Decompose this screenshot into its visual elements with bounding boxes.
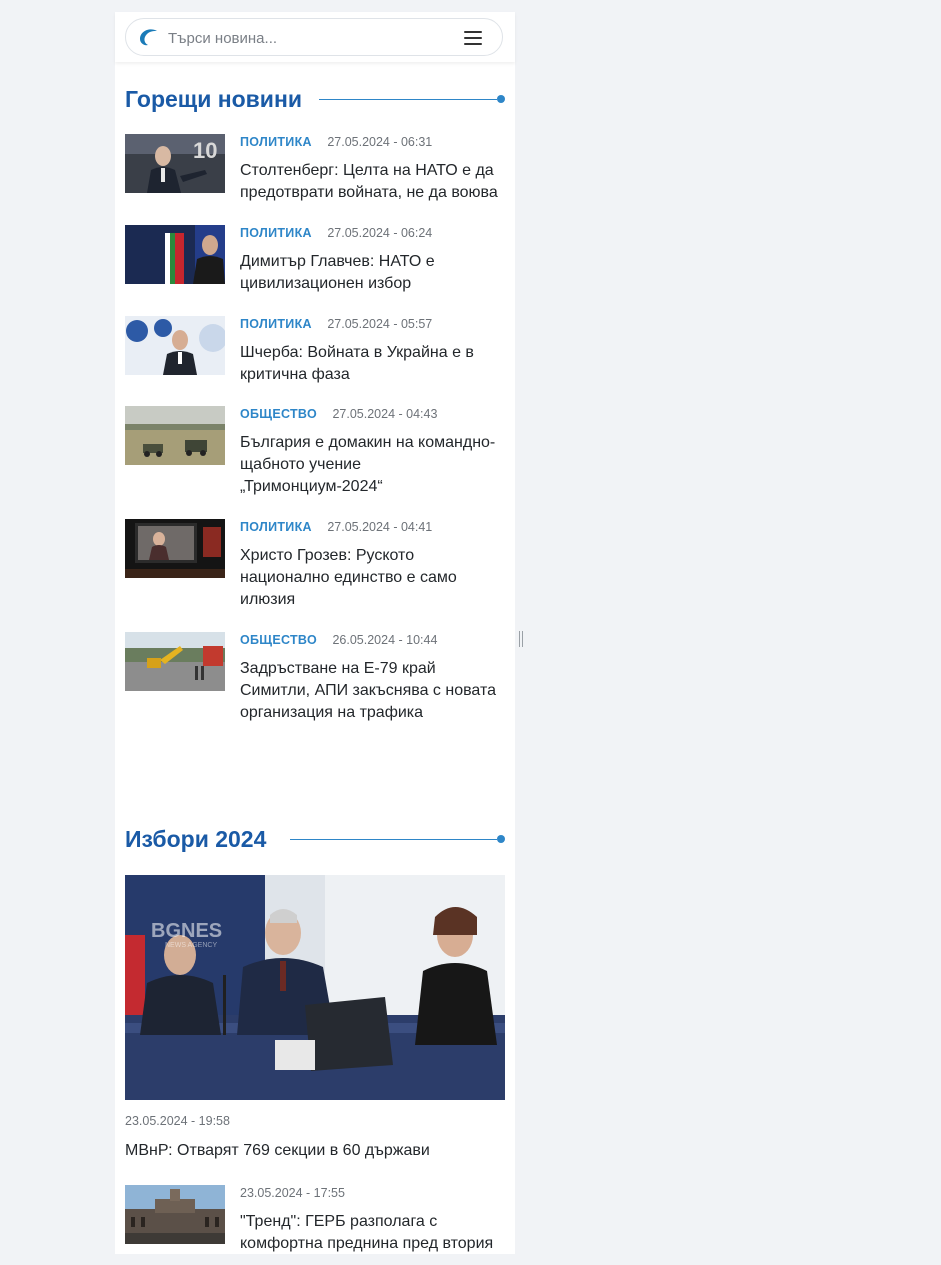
news-date: 27.05.2024 - 05:57 bbox=[327, 317, 433, 331]
section-dot bbox=[497, 95, 505, 103]
news-meta: ПОЛИТИКА 27.05.2024 - 06:24 bbox=[240, 225, 432, 241]
news-thumbnail[interactable] bbox=[125, 632, 225, 691]
news-item[interactable]: ПОЛИТИКА 27.05.2024 - 05:57 Шчерба: Войн… bbox=[125, 316, 505, 396]
news-page: Горещи новини 10 ПОЛИТИКА 27.05.2024 - 0… bbox=[115, 12, 515, 1254]
category-label[interactable]: ОБЩЕСТВО bbox=[240, 633, 317, 647]
news-thumbnail[interactable]: 10 bbox=[125, 134, 225, 193]
news-thumbnail[interactable] bbox=[125, 1185, 225, 1244]
section-divider bbox=[319, 99, 497, 100]
section-hot-news: Горещи новини bbox=[125, 84, 302, 114]
section-elections: Избори 2024 bbox=[125, 824, 266, 854]
category-label[interactable]: ПОЛИТИКА bbox=[240, 317, 312, 331]
news-item[interactable]: ПОЛИТИКА 27.05.2024 - 04:41 Христо Грозе… bbox=[125, 519, 505, 619]
top-bar bbox=[115, 12, 515, 62]
featured-title[interactable]: МВнР: Отварят 769 секции в 60 държави bbox=[125, 1140, 430, 1162]
news-item[interactable]: ОБЩЕСТВО 26.05.2024 - 10:44 Задръстване … bbox=[125, 632, 505, 732]
news-title[interactable]: Шчерба: Войната в Украйна е в критична ф… bbox=[240, 342, 508, 386]
news-title[interactable]: България е домакин на командно-щабното у… bbox=[240, 432, 508, 498]
news-meta: ОБЩЕСТВО 26.05.2024 - 10:44 bbox=[240, 632, 437, 648]
news-thumbnail[interactable] bbox=[125, 225, 225, 284]
watermark-text: BGNES bbox=[151, 920, 222, 942]
featured-image[interactable]: BGNES NEWS AGENCY bbox=[125, 875, 505, 1100]
news-thumbnail[interactable] bbox=[125, 519, 225, 578]
category-label[interactable]: ПОЛИТИКА bbox=[240, 135, 312, 149]
news-title[interactable]: "Тренд": ГЕРБ разполага с комфортна пред… bbox=[240, 1211, 508, 1255]
featured-date: 23.05.2024 - 19:58 bbox=[125, 1114, 230, 1128]
category-label[interactable]: ПОЛИТИКА bbox=[240, 226, 312, 240]
news-date: 27.05.2024 - 04:41 bbox=[327, 520, 433, 534]
section-title: Избори 2024 bbox=[125, 825, 267, 852]
news-meta: ПОЛИТИКА 27.05.2024 - 06:31 bbox=[240, 134, 432, 150]
news-item[interactable]: ПОЛИТИКА 27.05.2024 - 06:24 Димитър Глав… bbox=[125, 225, 505, 305]
section-dot bbox=[497, 835, 505, 843]
search-bar bbox=[125, 18, 503, 56]
news-date: 23.05.2024 - 17:55 bbox=[240, 1186, 345, 1200]
news-title[interactable]: Столтенберг: Целта на НАТО е да предотвр… bbox=[240, 160, 508, 204]
news-meta: ПОЛИТИКА 27.05.2024 - 05:57 bbox=[240, 316, 432, 332]
news-title[interactable]: Задръстване на Е-79 край Симитли, АПИ за… bbox=[240, 658, 508, 724]
news-meta: ПОЛИТИКА 27.05.2024 - 04:41 bbox=[240, 519, 432, 535]
news-date: 27.05.2024 - 04:43 bbox=[332, 407, 438, 421]
news-date: 27.05.2024 - 06:31 bbox=[327, 135, 433, 149]
news-title[interactable]: Христо Грозев: Руското национално единст… bbox=[240, 545, 508, 611]
news-thumbnail[interactable] bbox=[125, 316, 225, 375]
section-title: Горещи новини bbox=[125, 85, 302, 112]
news-item[interactable]: 10 ПОЛИТИКА 27.05.2024 - 06:31 Столтенбе… bbox=[125, 134, 505, 214]
category-label[interactable]: ПОЛИТИКА bbox=[240, 520, 312, 534]
news-thumbnail[interactable] bbox=[125, 406, 225, 465]
news-item[interactable]: ОБЩЕСТВО 27.05.2024 - 04:43 България е д… bbox=[125, 406, 505, 506]
resize-handle-icon[interactable] bbox=[519, 631, 524, 647]
watermark-subtext: NEWS AGENCY bbox=[165, 942, 217, 949]
news-date: 27.05.2024 - 06:24 bbox=[327, 226, 433, 240]
news-meta: ОБЩЕСТВО 27.05.2024 - 04:43 bbox=[240, 406, 437, 422]
hamburger-menu-icon[interactable] bbox=[464, 31, 482, 45]
news-title[interactable]: Димитър Главчев: НАТО е цивилизационен и… bbox=[240, 251, 508, 295]
category-label[interactable]: ОБЩЕСТВО bbox=[240, 407, 317, 421]
section-divider bbox=[290, 839, 497, 840]
news-item[interactable]: 23.05.2024 - 17:55 "Тренд": ГЕРБ разпола… bbox=[125, 1185, 505, 1265]
news-meta: 23.05.2024 - 17:55 bbox=[240, 1185, 345, 1201]
logo-icon[interactable] bbox=[138, 28, 160, 48]
svg-text:10: 10 bbox=[193, 138, 217, 163]
news-date: 26.05.2024 - 10:44 bbox=[332, 633, 438, 647]
search-input[interactable] bbox=[166, 27, 460, 49]
